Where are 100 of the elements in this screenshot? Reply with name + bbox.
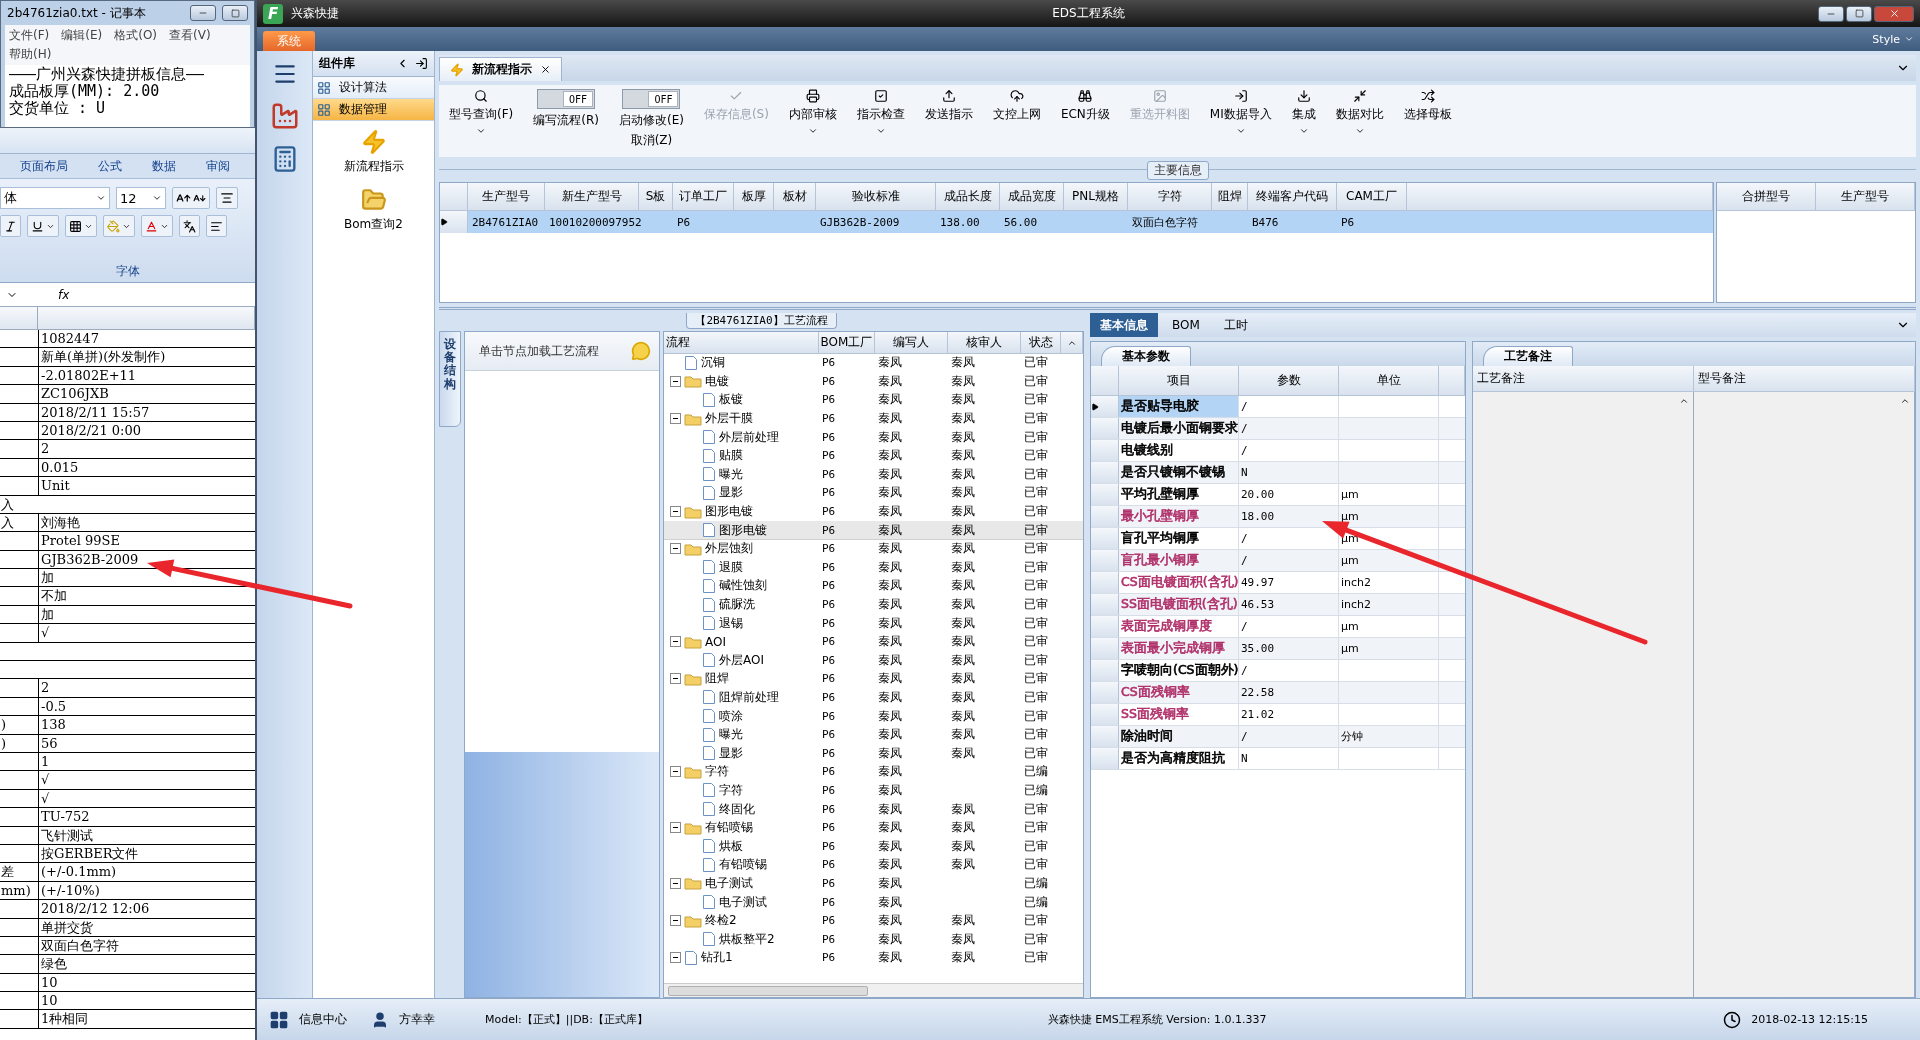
font-name-field[interactable]: 体	[0, 187, 110, 209]
column-header[interactable]: 板厚	[734, 183, 774, 210]
column-header[interactable]: 成品长度	[936, 183, 1000, 210]
toolbar-button[interactable]: 型号查询(F)	[447, 89, 516, 153]
tree-row[interactable]: 板镀 P6 秦凤 秦凤 已审	[664, 391, 1083, 410]
tree-row[interactable]: 喷涂 P6 秦凤 秦凤 已审	[664, 707, 1083, 726]
collapse-icon[interactable]	[670, 413, 681, 425]
collapse-icon[interactable]	[670, 766, 681, 778]
font-size-buttons[interactable]	[172, 187, 210, 209]
tree-row[interactable]: 退锡 P6 秦凤 秦凤 已审	[664, 614, 1083, 633]
tree-row[interactable]: 有铅喷锡 P6 秦凤 秦凤 已审	[664, 856, 1083, 875]
collapse-icon[interactable]	[670, 952, 681, 964]
info-center-link[interactable]: 信息中心	[299, 1011, 347, 1028]
toolbar-button[interactable]: ECN升级	[1058, 89, 1112, 153]
borders-button[interactable]	[65, 215, 97, 237]
table-row[interactable]: SS面电镀面积(含孔) 46.53 inch2	[1091, 594, 1465, 616]
table-row[interactable]: 表面完成铜厚度 / µm	[1091, 616, 1465, 638]
toolbar-button[interactable]: 内部审核	[786, 89, 839, 153]
collapse-icon[interactable]	[670, 877, 681, 889]
table-row[interactable]: 字唛朝向(CS面朝外) /	[1091, 660, 1465, 682]
component-item[interactable]: 设计算法	[313, 77, 434, 99]
table-row[interactable]: 电镀后最小面铜要求 /	[1091, 418, 1465, 440]
tree-row[interactable]: 钻孔1 P6 秦凤 秦凤 已审	[664, 949, 1083, 968]
tree-row[interactable]: 电子测试 P6 秦凤 已编	[664, 893, 1083, 912]
column-header[interactable]: 验收标准	[816, 183, 936, 210]
column-header[interactable]: 生产型号	[1816, 183, 1915, 210]
ribbon-tab[interactable]: 公式	[98, 157, 122, 175]
column-header[interactable]: S板	[639, 183, 673, 210]
tree-row[interactable]: AOI P6 秦凤 秦凤 已审	[664, 632, 1083, 652]
tree-row[interactable]: 图形电镀 P6 秦凤 秦凤 已审	[664, 502, 1083, 522]
panel-tab[interactable]: 基本参数	[1101, 346, 1191, 366]
tree-row[interactable]: 显影 P6 秦凤 秦凤 已审	[664, 744, 1083, 764]
column-header[interactable]: 合拼型号	[1717, 183, 1816, 210]
document-tab[interactable]: 新流程指示	[439, 57, 562, 81]
scroll-up-icon[interactable]	[1900, 396, 1910, 406]
ribbon-tab[interactable]: 审阅	[206, 157, 230, 175]
column-header[interactable]: 单位	[1339, 366, 1439, 395]
column-header[interactable]: BOM工厂	[819, 332, 875, 353]
tab[interactable]: BOM	[1162, 313, 1210, 337]
column-header[interactable]: PNL规格	[1064, 183, 1128, 210]
collapse-icon[interactable]	[670, 915, 681, 927]
toolbar-button[interactable]: 发送指示	[922, 89, 975, 153]
collapse-icon[interactable]	[670, 822, 681, 834]
maximize-button[interactable]	[222, 5, 248, 21]
minimize-button[interactable]	[1818, 5, 1844, 22]
table-row[interactable]: 是否贴导电胶 /	[1091, 396, 1465, 418]
style-menu[interactable]: Style	[1872, 32, 1914, 46]
align-left-button[interactable]	[206, 215, 227, 237]
toolbar-button[interactable]: 集成	[1289, 89, 1318, 153]
column-header[interactable]: 字符	[1128, 183, 1212, 210]
tree-row[interactable]: 外层干膜 P6 秦凤 秦凤 已审	[664, 409, 1083, 429]
toolbar-button[interactable]: MI数据导入	[1207, 89, 1274, 153]
tree-row[interactable]: 显影 P6 秦凤 秦凤 已审	[664, 484, 1083, 503]
column-header[interactable]: 阻焊	[1212, 183, 1248, 210]
tree-row[interactable]: 终检2 P6 秦凤 秦凤 已审	[664, 911, 1083, 931]
toolbar-button[interactable]: 选择母板	[1401, 89, 1454, 153]
tree-row[interactable]: 阻焊 P6 秦凤 秦凤 已审	[664, 670, 1083, 689]
table-row[interactable]: SS面残铜率 21.02	[1091, 704, 1465, 726]
tool-label[interactable]: Bom查询2	[344, 216, 403, 233]
side-tab[interactable]: 设备结构	[439, 331, 461, 427]
collapse-icon[interactable]	[670, 506, 681, 518]
fill-color-button[interactable]	[103, 215, 135, 237]
tree-row[interactable]: 外层AOI P6 秦凤 秦凤 已审	[664, 651, 1083, 671]
tree-row[interactable]: 阻焊前处理 P6 秦凤 秦凤 已审	[664, 688, 1083, 708]
table-row[interactable]: 电镀线别 /	[1091, 440, 1465, 462]
table-row[interactable]: 2B4761ZIA0 10010200097952 P6 GJB362B-2009 138.00 56.00 双面白色字符 B476 P6	[440, 211, 1713, 233]
grid-icon[interactable]	[269, 1009, 289, 1030]
tab[interactable]: 基本信息	[1090, 313, 1158, 337]
menu-item[interactable]: 编辑(E)	[61, 27, 103, 44]
tree-row[interactable]: 有铅喷锡 P6 秦凤 秦凤 已审	[664, 818, 1083, 838]
tree-row[interactable]: 图形电镀 P6 秦凤 秦凤 已审	[664, 521, 1083, 540]
table-row[interactable]: 盲孔平均铜厚 / µm	[1091, 528, 1465, 550]
table-row[interactable]: 是否为高精度阻抗 N	[1091, 748, 1465, 770]
collapse-icon[interactable]	[670, 375, 681, 387]
menu-item[interactable]: 文件(F)	[9, 27, 50, 44]
column-header[interactable]: 流程	[664, 332, 819, 353]
table-row[interactable]: CS面电镀面积(含孔) 49.97 inch2	[1091, 572, 1465, 594]
column-header[interactable]: 参数	[1239, 366, 1339, 395]
column-header[interactable]: 成品宽度	[1000, 183, 1064, 210]
menu-item[interactable]: 帮助(H)	[9, 46, 52, 63]
scrollbar[interactable]	[664, 983, 1083, 997]
scroll-up-icon[interactable]	[1679, 396, 1689, 406]
tree-row[interactable]: 烘板 P6 秦凤 秦凤 已审	[664, 837, 1083, 857]
tab[interactable]: 工时	[1213, 313, 1258, 337]
column-header[interactable]: 核审人	[948, 332, 1021, 353]
tree-row[interactable]: 退膜 P6 秦凤 秦凤 已审	[664, 558, 1083, 578]
table-row[interactable]: 表面最小完成铜厚 35.00 µm	[1091, 638, 1465, 660]
column-header[interactable]: 新生产型号	[545, 183, 639, 210]
tree-row[interactable]: 外层蚀刻 P6 秦凤 秦凤 已审	[664, 539, 1083, 559]
column-header[interactable]: 状态	[1021, 332, 1061, 353]
tree-row[interactable]: 外层前处理 P6 秦凤 秦凤 已审	[664, 428, 1083, 447]
column-header[interactable]: 工艺备注	[1473, 366, 1694, 391]
table-row[interactable]: 最小孔壁铜厚 18.00 µm	[1091, 506, 1465, 528]
menu-item[interactable]: 格式(O)	[114, 27, 158, 44]
column-header[interactable]: CAM工厂	[1337, 183, 1407, 210]
tool-label[interactable]: 新流程指示	[343, 158, 404, 175]
minimize-button[interactable]	[190, 5, 216, 21]
table-row[interactable]: 是否只镀铜不镀锡 N	[1091, 462, 1465, 484]
phonetic-button[interactable]	[179, 215, 200, 237]
italic-button[interactable]	[0, 215, 21, 237]
